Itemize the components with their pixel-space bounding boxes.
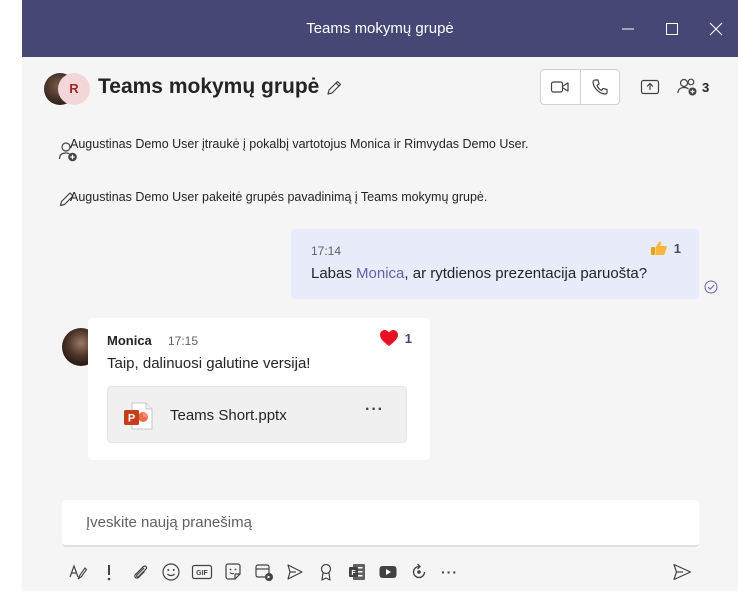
sticker-icon (224, 563, 241, 580)
maximize-icon (666, 22, 678, 35)
heart-icon (379, 330, 398, 346)
participants-count: 3 (702, 79, 710, 95)
message-text-part: , ar rytdienos prezentacija paruošta? (404, 265, 648, 282)
more-options-button[interactable]: ··· (434, 557, 465, 587)
thumbs-up-icon (650, 241, 667, 255)
share-screen-button[interactable] (636, 72, 664, 102)
youtube-button[interactable] (372, 557, 403, 587)
reaction-badge[interactable]: 1 (379, 329, 412, 347)
call-buttons (540, 69, 620, 105)
chat-messages: Augustinas Demo User įtraukė į pokalbį v… (22, 121, 738, 478)
loop-icon (412, 563, 425, 579)
chat-header: R Teams mokymų grupė 3 (22, 57, 738, 121)
message-text: Labas Monica, ar rytdienos prezentacija … (311, 265, 647, 282)
sticker-button[interactable] (217, 557, 248, 587)
format-icon (68, 564, 87, 580)
reaction-count: 1 (404, 330, 412, 346)
message-time: 17:14 (311, 244, 342, 258)
video-call-button[interactable] (541, 70, 580, 104)
meet-now-button[interactable] (248, 557, 279, 587)
system-message: Augustinas Demo User įtraukė į pokalbį v… (70, 137, 529, 151)
send-forward-button[interactable] (279, 557, 310, 587)
attach-icon (133, 565, 147, 579)
svg-text:F: F (351, 570, 356, 577)
title-bar: Teams mokymų grupė (22, 0, 738, 57)
forms-button[interactable]: F (341, 557, 372, 587)
avatar-initial: R (58, 73, 90, 105)
send-forward-icon (286, 564, 303, 580)
forms-icon: F (348, 564, 365, 580)
powerpoint-icon: P (124, 402, 153, 430)
more-icon: ··· (441, 564, 458, 580)
compose-toolbar: GIF F ··· (62, 557, 465, 587)
read-receipt-icon (704, 280, 718, 294)
message-time: 17:15 (168, 334, 199, 348)
edit-icon (327, 80, 342, 95)
emoji-button[interactable] (155, 557, 186, 587)
send-button[interactable] (665, 557, 699, 587)
message-text-part: Labas (311, 265, 357, 282)
maximize-button[interactable] (650, 0, 694, 57)
file-name: Teams Short.pptx (170, 407, 287, 424)
my-message[interactable]: 17:14 1 Labas Monica, ar rytdienos preze… (291, 229, 699, 299)
edit-name-button[interactable] (325, 79, 343, 102)
praise-button[interactable] (310, 557, 341, 587)
svg-text:P: P (128, 413, 135, 425)
praise-icon (320, 563, 331, 581)
loop-button[interactable] (403, 557, 434, 587)
attach-button[interactable] (124, 557, 155, 587)
close-icon (709, 22, 723, 35)
chat-title[interactable]: Teams mokymų grupė (98, 75, 319, 99)
sender-name: Monica (107, 333, 152, 348)
audio-call-icon (592, 79, 608, 95)
video-call-icon (551, 81, 570, 93)
mention-monica[interactable]: Monica (356, 265, 404, 282)
gif-icon: GIF (191, 564, 212, 580)
message-text: Taip, dalinuosi galutine versija! (107, 355, 311, 372)
important-button[interactable] (93, 557, 124, 587)
send-icon (673, 563, 692, 581)
teams-window: Teams mokymų grupė R Teams mokymų grupė (22, 0, 738, 591)
message-input[interactable] (62, 500, 699, 545)
people-icon (677, 78, 697, 96)
file-attachment[interactable]: P Teams Short.pptx ··· (107, 386, 407, 443)
important-icon (107, 565, 110, 581)
reaction-badge[interactable]: 1 (650, 240, 681, 256)
compose-box[interactable] (62, 500, 699, 547)
group-avatar[interactable]: R (44, 71, 90, 107)
youtube-icon (379, 566, 396, 578)
minimize-icon (622, 28, 634, 29)
system-message: Augustinas Demo User pakeitė grupės pava… (70, 190, 488, 204)
meet-now-icon (254, 564, 273, 581)
gif-button[interactable]: GIF (186, 557, 217, 587)
participants-button[interactable]: 3 (676, 72, 718, 102)
reaction-count: 1 (673, 240, 681, 256)
audio-call-button[interactable] (579, 70, 619, 104)
share-screen-icon (640, 79, 660, 95)
format-button[interactable] (62, 557, 93, 587)
close-button[interactable] (694, 0, 738, 57)
incoming-message[interactable]: Monica 17:15 1 Taip, dalinuosi galutine … (88, 318, 430, 460)
file-more-options-button[interactable]: ··· (365, 401, 384, 419)
minimize-button[interactable] (606, 0, 650, 57)
gif-label: GIF (196, 570, 208, 577)
emoji-icon (161, 563, 180, 581)
